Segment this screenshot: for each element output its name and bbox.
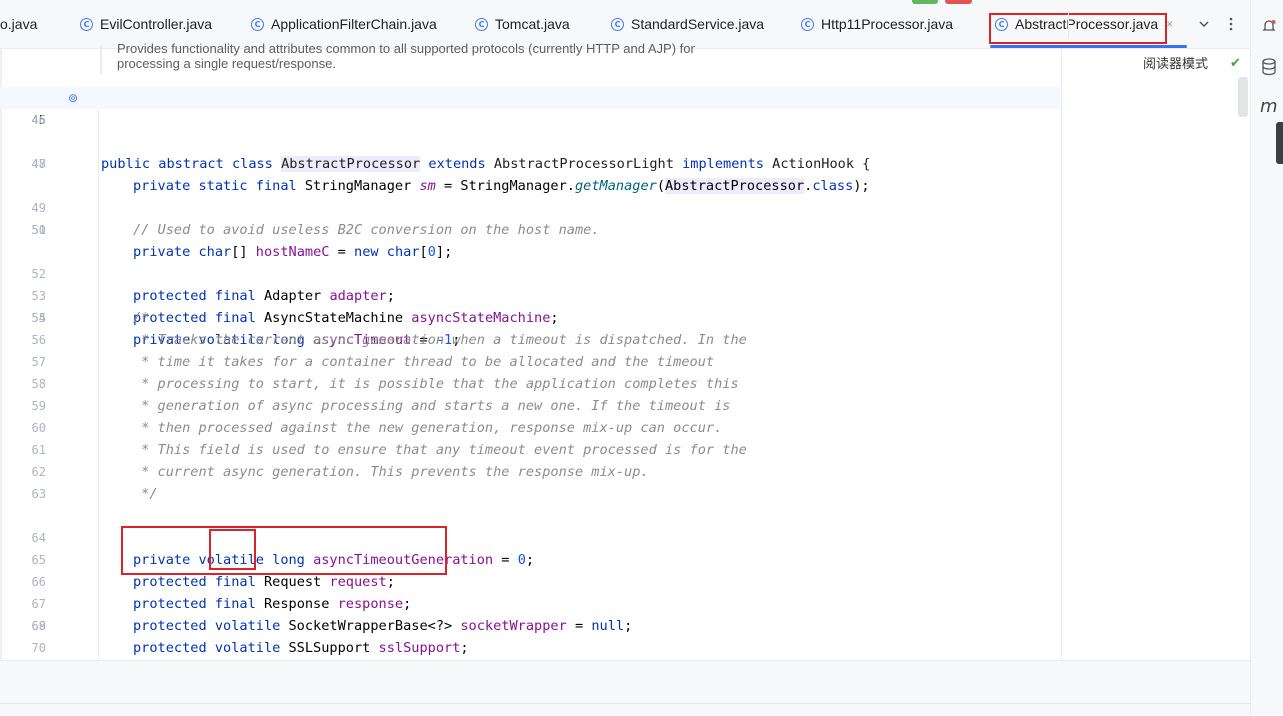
database-icon[interactable] [1261, 58, 1277, 80]
line-number: 61 [31, 443, 46, 457]
notifications-icon[interactable] [1261, 18, 1277, 38]
code-line-48[interactable]: 48 [0, 153, 1060, 175]
class-icon: C [475, 17, 488, 31]
code-line-58[interactable]: 58 * processing to start, it is possible… [0, 373, 1060, 395]
code-line-69[interactable]: 69 [0, 615, 1060, 637]
code-comment: * This field is used to ensure that any … [133, 442, 747, 458]
line-number: 70 [31, 641, 46, 655]
line-number: 69 [31, 619, 46, 633]
right-margin-guide [1061, 49, 1062, 660]
code-comment: * current async generation. This prevent… [133, 464, 649, 480]
scrollbar-thumb[interactable] [1238, 77, 1248, 117]
line-number: 51 [31, 223, 46, 237]
code-line-55[interactable]: 55 /* [0, 307, 1060, 329]
reader-mode-button[interactable]: 阅读器模式 [1143, 53, 1208, 72]
tab-label: StandardService.java [631, 16, 765, 32]
code-line-63[interactable]: 63 */ [0, 483, 1060, 505]
close-icon[interactable]: × [1166, 17, 1173, 31]
code-comment: */ [133, 486, 158, 502]
code-comment: * generation of async processing and sta… [133, 398, 731, 414]
bottom-panel [0, 660, 1250, 716]
tab-label: Tomcat.java [495, 16, 570, 32]
class-icon: C [801, 17, 814, 31]
tab-abstractprocessor[interactable]: C AbstractProcessor.java × [989, 0, 1188, 48]
check-icon[interactable]: ✔ [1230, 55, 1241, 71]
line-number: 57 [31, 355, 46, 369]
code-line-51[interactable]: 51 [0, 219, 1060, 241]
tab-http11processor[interactable]: C Http11Processor.java [801, 0, 953, 48]
bottom-divider [0, 703, 1250, 704]
code-editor[interactable]: Provides functionality and attributes co… [0, 41, 1250, 660]
class-icon: C [80, 17, 93, 31]
line-number: 59 [31, 399, 46, 413]
tab-label: EvilController.java [100, 16, 213, 32]
code-comment: * then processed against the new generat… [133, 420, 723, 436]
code-line-45[interactable]: 45 ⊚ public abstract class AbstractProce… [0, 87, 1060, 172]
tab-label: AbstractProcessor.java [1015, 16, 1159, 32]
code-line-66[interactable]: 66 protected final Response response; [0, 549, 1060, 612]
maven-icon[interactable]: m [1260, 96, 1278, 117]
code-line-60[interactable]: 60 * then processed against the new gene… [0, 417, 1060, 439]
line-number: 46 [31, 113, 46, 127]
code-line-54[interactable]: 54 private volatile long asyncTimeout = … [0, 285, 1060, 348]
line-number: 62 [31, 465, 46, 479]
line-number: 58 [31, 377, 46, 391]
code-line-49[interactable]: 49 // Used to avoid useless B2C conversi… [0, 175, 1060, 238]
tab-label: o.java [0, 16, 38, 32]
code-line-50[interactable]: 50 private char[] hostNameC = new char[0… [0, 197, 1060, 260]
code-line-52[interactable]: 52 protected final Adapter adapter; [0, 241, 1060, 304]
side-panel-handle[interactable] [1276, 122, 1283, 164]
class-icon: C [251, 17, 264, 31]
code-line-70[interactable]: 70 [0, 637, 1060, 659]
more-options-icon[interactable] [1226, 0, 1236, 48]
code-line-57[interactable]: 57 * time it takes for a container threa… [0, 351, 1060, 373]
code-line-64[interactable]: 64 private volatile long asyncTimeoutGen… [0, 505, 1060, 568]
implemented-method-gutter-icon[interactable]: ⊚ [68, 91, 82, 105]
code-line-62[interactable]: 62 * current async generation. This prev… [0, 461, 1060, 483]
tab-o-java[interactable]: o.java [0, 0, 37, 48]
class-icon: C [995, 17, 1008, 31]
line-number: 55 [31, 311, 46, 325]
code-line-46[interactable]: 46 [0, 109, 1060, 131]
tab-label: Http11Processor.java [821, 16, 954, 32]
line-number: 56 [31, 333, 46, 347]
code-line-67[interactable]: 67 protected volatile SocketWrapperBase<… [0, 571, 1060, 634]
code-line-53[interactable]: 53 protected final AsyncStateMachine asy… [0, 263, 1060, 326]
code-line-56[interactable]: 56 * Tracks the current async generation… [0, 329, 1060, 351]
tab-label: ApplicationFilterChain.java [271, 16, 437, 32]
right-tool-window-bar: m [1250, 0, 1283, 715]
code-line-59[interactable]: 59 * generation of async processing and … [0, 395, 1060, 417]
code-line-61[interactable]: 61 * This field is used to ensure that a… [0, 439, 1060, 461]
code-line-68[interactable]: 68 protected volatile SSLSupport sslSupp… [0, 593, 1060, 656]
code-comment: * processing to start, it is possible th… [133, 376, 739, 392]
line-number: 48 [31, 157, 46, 171]
code-comment: /* [133, 310, 150, 326]
doc-comment-line-2: processing a single request/response. [117, 56, 336, 71]
tab-divider [1068, 10, 1069, 38]
code-comment: * Tracks the current async generation wh… [133, 332, 747, 348]
line-number: 60 [31, 421, 46, 435]
rendered-doc-comment: Provides functionality and attributes co… [100, 41, 1077, 75]
code-line-47[interactable]: 47 private static final StringManager sm… [0, 131, 1060, 194]
chevron-down-icon[interactable] [1198, 0, 1210, 48]
line-number: 63 [31, 487, 46, 501]
class-icon: C [611, 17, 624, 31]
code-line-65[interactable]: 65 protected final Request request; [0, 527, 1060, 590]
code-comment: * time it takes for a container thread t… [133, 354, 715, 370]
